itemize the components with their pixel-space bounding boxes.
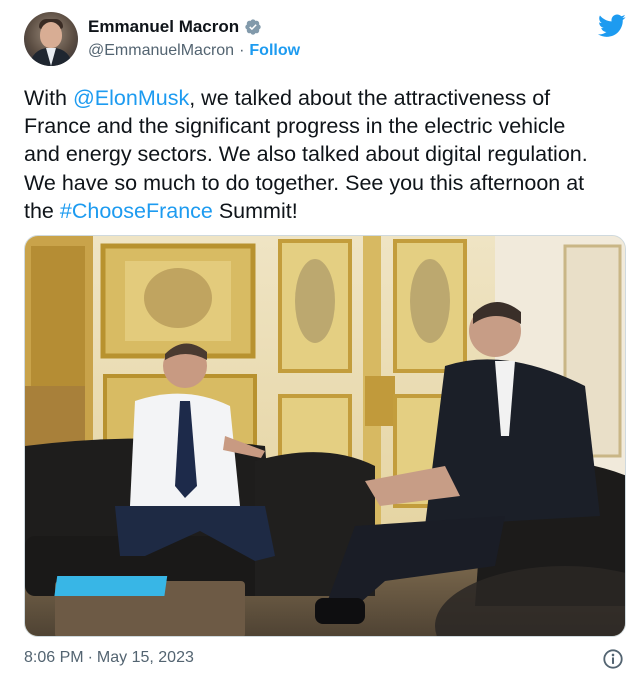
tweet-line: With @ElonMusk, we talked about the attr… <box>24 84 628 112</box>
author-handle-row: @EmmanuelMacron · Follow <box>88 41 300 61</box>
tweet-line: France and the significant progress in t… <box>24 112 628 140</box>
timestamp-separator: · <box>87 649 93 666</box>
avatar[interactable] <box>24 12 78 66</box>
tweet-text-segment: Summit! <box>212 198 298 223</box>
info-icon[interactable] <box>602 648 624 670</box>
author-name-row: Emmanuel Macron <box>88 15 262 39</box>
tweet-timestamp[interactable]: 8:06 PM · May 15, 2023 <box>24 649 194 667</box>
tweet-date: May 15, 2023 <box>96 649 194 666</box>
hashtag-link[interactable]: #ChooseFrance <box>60 199 213 223</box>
tweet-text-segment: We have so much to do together. See you … <box>24 170 585 195</box>
author-display-name[interactable]: Emmanuel Macron <box>88 17 239 37</box>
follow-button[interactable]: Follow <box>249 42 300 60</box>
handle-separator: · <box>239 42 245 59</box>
author-handle[interactable]: @EmmanuelMacron <box>88 42 234 60</box>
tweet-text-segment: With <box>24 86 73 110</box>
tweet-text-segment: France and the significant progress in t… <box>24 114 566 139</box>
mention-link[interactable]: @ElonMusk <box>73 86 189 110</box>
tweet-photo[interactable] <box>24 235 626 637</box>
tweet-text-segment: the <box>24 198 60 223</box>
tweet-line: We have so much to do together. See you … <box>24 169 628 197</box>
verified-badge-icon <box>245 19 261 35</box>
tweet-card: Emmanuel Macron @EmmanuelMacron · Follow… <box>0 0 640 685</box>
twitter-bird-icon[interactable] <box>598 14 626 38</box>
tweet-line: the #ChooseFrance Summit! <box>24 197 628 225</box>
photo-illustration <box>25 236 625 636</box>
tweet-text: With @ElonMusk, we talked about the attr… <box>24 84 628 225</box>
tweet-time: 8:06 PM <box>24 649 84 666</box>
tweet-text-segment: , we talked about the attractiveness of <box>189 86 551 110</box>
tweet-text-segment: and energy sectors. We also talked about… <box>24 142 588 167</box>
tweet-line: and energy sectors. We also talked about… <box>24 140 628 168</box>
